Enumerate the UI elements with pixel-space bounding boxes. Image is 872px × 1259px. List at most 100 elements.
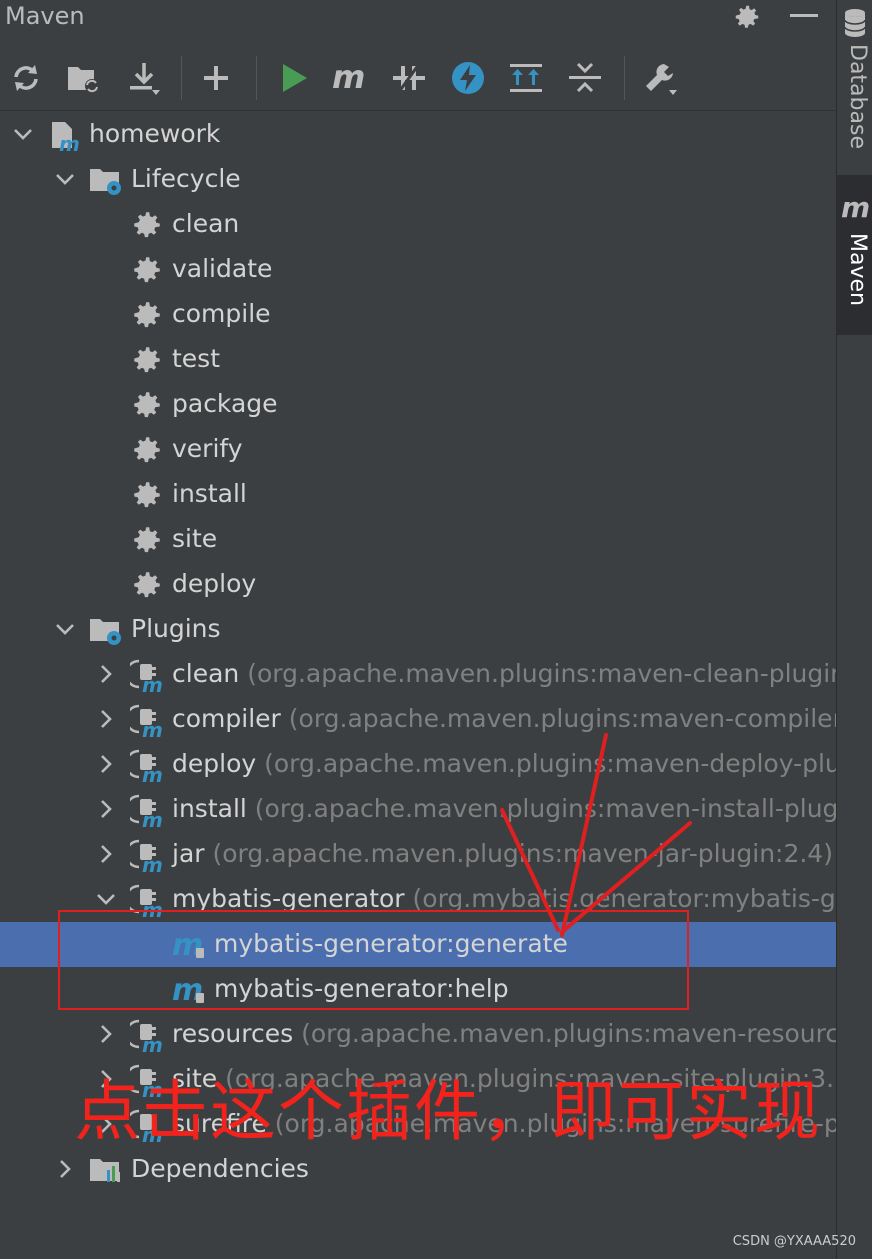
chevron-right-icon[interactable] bbox=[55, 1159, 75, 1179]
tool-window-title: Maven bbox=[5, 2, 85, 30]
tree-node-label: Lifecycle bbox=[131, 163, 241, 195]
node-name: deploy bbox=[172, 749, 257, 778]
svg-text:m: m bbox=[142, 1033, 163, 1052]
download-icon[interactable] bbox=[126, 60, 162, 96]
tree-node-label: validate bbox=[172, 253, 272, 285]
svg-text:m: m bbox=[142, 853, 163, 872]
maven-plugin-icon: m bbox=[130, 839, 163, 872]
settings-wrench-icon[interactable] bbox=[642, 60, 678, 96]
tree-node-label: deploy bbox=[172, 568, 256, 600]
tree-node-label: homework bbox=[89, 118, 220, 150]
tree-node-label: compile bbox=[172, 298, 271, 330]
gear-icon bbox=[134, 572, 160, 598]
execute-goal-icon[interactable]: m bbox=[332, 60, 368, 96]
gear-icon bbox=[134, 392, 160, 418]
tree-node-label: Plugins bbox=[131, 613, 221, 645]
gear-icon bbox=[134, 482, 160, 508]
add-icon[interactable] bbox=[198, 60, 234, 96]
plugin-jar[interactable]: m jar (org.apache.maven.plugins:maven-jar… bbox=[0, 832, 836, 877]
plugin-resources[interactable]: m resources (org.apache.maven.plugins:mav… bbox=[0, 1012, 836, 1057]
lifecycle-phase-package[interactable]: package bbox=[0, 382, 836, 427]
node-name: site bbox=[172, 524, 218, 553]
chevron-down-icon[interactable] bbox=[55, 619, 75, 639]
chevron-right-icon[interactable] bbox=[96, 754, 116, 774]
lifecycle-phase-install[interactable]: install bbox=[0, 472, 836, 517]
node-name: compiler bbox=[172, 704, 281, 733]
chevron-right-icon[interactable] bbox=[96, 664, 116, 684]
gear-icon bbox=[134, 257, 160, 283]
lifecycle-phase-validate[interactable]: validate bbox=[0, 247, 836, 292]
show-dependencies-icon[interactable] bbox=[508, 60, 544, 96]
plugin-coordinates: (org.apache.maven.plugins:maven-install-… bbox=[254, 794, 836, 823]
plugin-clean[interactable]: m clean (org.apache.maven.plugins:maven-c… bbox=[0, 652, 836, 697]
tree-node-label: test bbox=[172, 343, 220, 375]
plugin-compiler[interactable]: m compiler (org.apache.maven.plugins:mave… bbox=[0, 697, 836, 742]
plugin-coordinates: (org.apache.maven.plugins:maven-clean-pl… bbox=[247, 659, 836, 688]
gear-icon bbox=[134, 437, 160, 463]
tree-node-label: install (org.apache.maven.plugins:maven-… bbox=[172, 793, 836, 825]
node-name: Lifecycle bbox=[131, 164, 241, 193]
toolbar-separator bbox=[624, 56, 625, 100]
plugin-deploy[interactable]: m deploy (org.apache.maven.plugins:maven-… bbox=[0, 742, 836, 787]
lifecycle-phase-verify[interactable]: verify bbox=[0, 427, 836, 472]
annotation-highlight-box bbox=[58, 910, 689, 1010]
gear-icon bbox=[134, 212, 160, 238]
chevron-down-icon[interactable] bbox=[96, 889, 116, 909]
right-tool-strip: Database m Maven bbox=[836, 0, 872, 1259]
maven-tab-label: Maven bbox=[845, 233, 870, 306]
node-name: install bbox=[172, 479, 247, 508]
plugin-coordinates: (org.apache.maven.plugins:maven-resource… bbox=[301, 1019, 836, 1048]
node-name: clean bbox=[172, 209, 240, 238]
chevron-right-icon[interactable] bbox=[96, 799, 116, 819]
toolbar-separator bbox=[256, 56, 257, 100]
tree-node-label: clean bbox=[172, 208, 239, 240]
svg-text:m: m bbox=[332, 60, 365, 96]
tree-node-plugins[interactable]: Plugins bbox=[0, 607, 836, 652]
tree-node-label: site bbox=[172, 523, 217, 555]
database-tab[interactable]: Database bbox=[837, 0, 872, 175]
lifecycle-phase-deploy[interactable]: deploy bbox=[0, 562, 836, 607]
chevron-right-icon[interactable] bbox=[96, 709, 116, 729]
skip-tests-icon[interactable] bbox=[450, 60, 486, 96]
plugin-coordinates: (org.apache.maven.plugins:maven-jar-plug… bbox=[212, 839, 833, 868]
lifecycle-phase-test[interactable]: test bbox=[0, 337, 836, 382]
tree-node-label: Dependencies bbox=[131, 1153, 309, 1185]
chevron-down-icon[interactable] bbox=[55, 169, 75, 189]
tool-window-header: Maven bbox=[0, 0, 836, 36]
maven-plugin-icon: m bbox=[130, 704, 163, 737]
tree-node-lifecycle[interactable]: Lifecycle bbox=[0, 157, 836, 202]
node-name: compile bbox=[172, 299, 271, 328]
gear-icon bbox=[134, 527, 160, 553]
maven-toolbar: m bbox=[0, 46, 836, 111]
chevron-right-icon[interactable] bbox=[96, 844, 116, 864]
plugin-coordinates: (org.apache.maven.plugins:maven-compiler… bbox=[288, 704, 836, 733]
chevron-down-icon[interactable] bbox=[13, 124, 33, 144]
toggle-offline-icon[interactable] bbox=[391, 60, 427, 96]
maven-tab[interactable]: m Maven bbox=[837, 175, 872, 335]
lifecycle-phase-compile[interactable]: compile bbox=[0, 292, 836, 337]
plugin-install[interactable]: m install (org.apache.maven.plugins:maven… bbox=[0, 787, 836, 832]
collapse-all-icon[interactable] bbox=[567, 60, 603, 96]
plugin-coordinates: (org.mybatis.generator:mybatis-generator… bbox=[412, 884, 836, 913]
reload-icon[interactable] bbox=[8, 60, 44, 96]
lifecycle-phase-clean[interactable]: clean bbox=[0, 202, 836, 247]
dependencies-icon bbox=[90, 1159, 120, 1182]
tree-node-label: clean (org.apache.maven.plugins:maven-cl… bbox=[172, 658, 836, 690]
svg-text:m: m bbox=[142, 808, 163, 827]
node-name: clean bbox=[172, 659, 240, 688]
tree-node-project[interactable]: m homework bbox=[0, 112, 836, 157]
lifecycle-phase-site[interactable]: site bbox=[0, 517, 836, 562]
tree-node-label: package bbox=[172, 388, 278, 420]
hide-panel-icon[interactable] bbox=[790, 14, 818, 17]
tree-node-label: install bbox=[172, 478, 247, 510]
node-name: jar bbox=[172, 839, 205, 868]
maven-plugin-icon: m bbox=[130, 659, 163, 692]
gear-icon[interactable] bbox=[732, 2, 762, 32]
svg-text:m: m bbox=[142, 718, 163, 737]
svg-text:m: m bbox=[142, 673, 163, 692]
generate-sources-icon[interactable] bbox=[66, 60, 102, 96]
chevron-right-icon[interactable] bbox=[96, 1024, 116, 1044]
run-icon[interactable] bbox=[276, 60, 312, 96]
node-name: install bbox=[172, 794, 247, 823]
node-name: deploy bbox=[172, 569, 257, 598]
